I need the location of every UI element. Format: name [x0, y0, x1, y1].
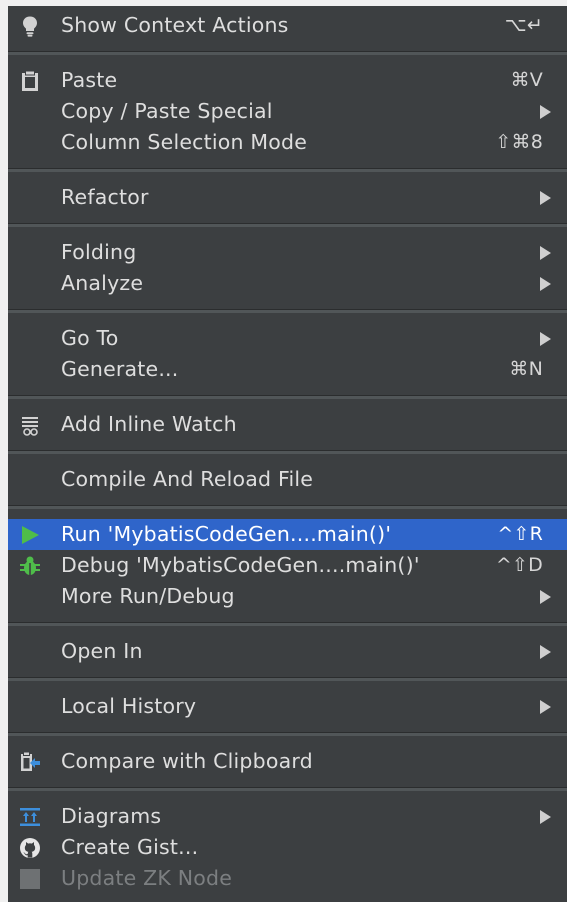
menu-item-label: Column Selection Mode	[61, 130, 308, 154]
compare-clipboard-icon	[19, 751, 41, 773]
menu-item-compile-reload[interactable]: Compile And Reload File	[8, 464, 567, 495]
menu-item-shortcut: ⇧⌘8	[495, 131, 543, 153]
debug-icon	[19, 555, 41, 577]
menu-item-create-gist[interactable]: Create Gist...	[8, 832, 567, 863]
menu-item-paste[interactable]: Paste ⌘V	[8, 65, 567, 96]
menu-separator	[8, 622, 567, 626]
menu-item-more-run-debug[interactable]: More Run/Debug	[8, 581, 567, 612]
menu-item-show-context-actions[interactable]: Show Context Actions ⌥↵	[8, 10, 567, 41]
menu-item-label: Folding	[61, 240, 137, 264]
menu-separator	[8, 168, 567, 172]
submenu-arrow-icon	[540, 105, 551, 119]
menu-item-open-in[interactable]: Open In	[8, 636, 567, 667]
submenu-arrow-icon	[540, 590, 551, 604]
menu-separator	[8, 787, 567, 791]
menu-separator	[8, 309, 567, 313]
menu-item-debug[interactable]: Debug 'MybatisCodeGen....main()' ^⇧D	[8, 550, 567, 581]
menu-item-label: Debug 'MybatisCodeGen....main()'	[61, 553, 420, 577]
submenu-arrow-icon	[540, 700, 551, 714]
menu-item-analyze[interactable]: Analyze	[8, 268, 567, 299]
menu-item-generate[interactable]: Generate... ⌘N	[8, 354, 567, 385]
menu-item-column-selection-mode[interactable]: Column Selection Mode ⇧⌘8	[8, 127, 567, 158]
context-menu: Show Context Actions ⌥↵ Paste ⌘V Copy / …	[8, 6, 567, 902]
menu-item-add-inline-watch[interactable]: Add Inline Watch	[8, 409, 567, 440]
menu-item-local-history[interactable]: Local History	[8, 691, 567, 722]
menu-separator	[8, 223, 567, 227]
menu-item-copy-paste-special[interactable]: Copy / Paste Special	[8, 96, 567, 127]
menu-item-label: Compile And Reload File	[61, 467, 314, 491]
menu-item-label: Go To	[61, 326, 119, 350]
menu-item-label: Diagrams	[61, 804, 162, 828]
diagrams-icon	[19, 806, 41, 828]
submenu-arrow-icon	[540, 332, 551, 346]
lightbulb-icon	[19, 15, 41, 37]
menu-item-label: Copy / Paste Special	[61, 99, 273, 123]
menu-item-shortcut: ⌘V	[510, 69, 543, 91]
menu-item-label: Open In	[61, 639, 143, 663]
submenu-arrow-icon	[540, 645, 551, 659]
menu-item-run[interactable]: Run 'MybatisCodeGen....main()' ^⇧R	[8, 519, 567, 550]
github-icon	[19, 837, 41, 859]
submenu-arrow-icon	[540, 810, 551, 824]
menu-item-label: Add Inline Watch	[61, 412, 237, 436]
menu-separator	[8, 677, 567, 681]
menu-item-shortcut: ^⇧D	[495, 554, 543, 576]
menu-item-go-to[interactable]: Go To	[8, 323, 567, 354]
menu-item-label: Create Gist...	[61, 835, 199, 859]
menu-item-label: Show Context Actions	[61, 13, 289, 37]
run-icon	[19, 524, 41, 546]
menu-separator	[8, 732, 567, 736]
menu-separator	[8, 450, 567, 454]
menu-item-label: Paste	[61, 68, 118, 92]
menu-item-shortcut: ^⇧R	[497, 523, 543, 545]
inline-watch-icon	[19, 414, 41, 436]
clipboard-icon	[19, 70, 41, 92]
menu-item-label: Compare with Clipboard	[61, 749, 313, 773]
menu-item-label: Refactor	[61, 185, 149, 209]
menu-item-diagrams[interactable]: Diagrams	[8, 801, 567, 832]
menu-separator	[8, 395, 567, 399]
menu-item-label: Generate...	[61, 357, 179, 381]
menu-item-label: Local History	[61, 694, 197, 718]
menu-item-folding[interactable]: Folding	[8, 237, 567, 268]
menu-item-update-zk-node[interactable]: Update ZK Node	[8, 863, 567, 894]
menu-item-shortcut: ⌘N	[509, 358, 543, 380]
menu-item-shortcut: ⌥↵	[504, 14, 543, 36]
menu-item-refactor[interactable]: Refactor	[8, 182, 567, 213]
menu-item-compare-clipboard[interactable]: Compare with Clipboard	[8, 746, 567, 777]
menu-item-label: Update ZK Node	[61, 866, 233, 890]
submenu-arrow-icon	[540, 277, 551, 291]
menu-separator	[8, 51, 567, 55]
menu-item-label: More Run/Debug	[61, 584, 235, 608]
zk-node-icon	[19, 868, 41, 890]
submenu-arrow-icon	[540, 191, 551, 205]
menu-item-label: Analyze	[61, 271, 144, 295]
menu-separator	[8, 505, 567, 509]
submenu-arrow-icon	[540, 246, 551, 260]
menu-item-label: Run 'MybatisCodeGen....main()'	[61, 522, 392, 546]
